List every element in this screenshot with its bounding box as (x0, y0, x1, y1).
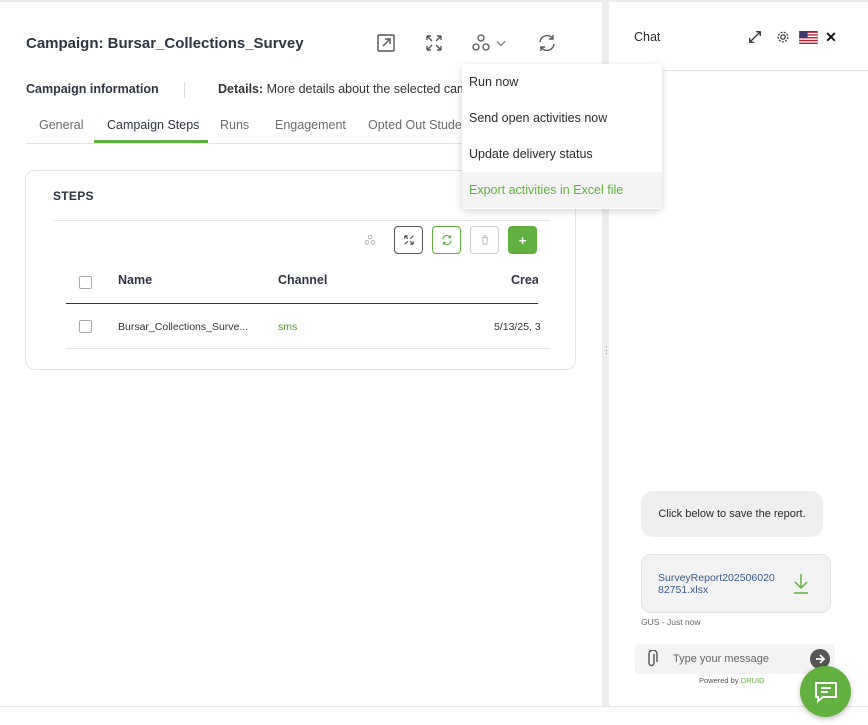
info-divider (184, 82, 185, 98)
column-channel[interactable]: Channel (278, 273, 327, 287)
column-name[interactable]: Name (118, 273, 152, 287)
chat-launcher-button[interactable] (800, 666, 851, 717)
delete-toolbar-button[interactable] (470, 226, 499, 254)
menu-item-export-excel[interactable]: Export activities in Excel file (462, 172, 662, 208)
table-header: Name Channel Created (66, 259, 538, 304)
page-title: Campaign: Bursar_Collections_Survey (26, 35, 304, 52)
menu-item-send-open-activities[interactable]: Send open activities now (462, 100, 662, 136)
menu-item-run-now[interactable]: Run now (462, 64, 662, 100)
card-divider (53, 220, 550, 221)
campaign-info-label: Campaign information (26, 82, 159, 96)
menu-item-update-delivery-status[interactable]: Update delivery status (462, 136, 662, 172)
details-label: Details: (218, 82, 264, 96)
row-created: 5/13/25, 3 (494, 321, 541, 333)
tab-engagement[interactable]: Engagement (275, 118, 346, 132)
details-text: Details: More details about the selected… (218, 82, 498, 96)
tab-campaign-steps[interactable]: Campaign Steps (107, 118, 199, 132)
chat-input-box (635, 644, 835, 674)
close-icon[interactable]: ✕ (823, 29, 839, 45)
open-external-icon[interactable] (375, 32, 397, 54)
expand-chat-icon[interactable] (747, 29, 763, 45)
column-created[interactable]: Created (511, 273, 538, 287)
bot-message-bubble: Click below to save the report. (641, 491, 823, 537)
bottom-bar (0, 706, 868, 725)
chevron-down-icon[interactable] (493, 32, 509, 54)
workflow-toolbar-button[interactable] (355, 226, 384, 254)
add-step-button[interactable]: + (508, 226, 537, 254)
app-root: Campaign: Bursar_Collections_Survey Camp… (0, 0, 868, 725)
us-flag-icon[interactable] (798, 29, 818, 45)
brand-link[interactable]: DRUID (741, 676, 765, 685)
select-all-checkbox[interactable] (79, 276, 92, 289)
row-name[interactable]: Bursar_Collections_Surve... (118, 321, 253, 333)
table-row[interactable]: Bursar_Collections_Surve... sms 5/13/25,… (66, 305, 550, 349)
actions-dropdown-menu: Run now Send open activities now Update … (462, 64, 662, 209)
file-attachment-card[interactable]: SurveyReport20250602082751.xlsx (641, 554, 831, 613)
tab-general[interactable]: General (39, 118, 83, 132)
powered-by-text: Powered by DRUID (699, 676, 764, 685)
workflow-icon[interactable] (470, 32, 492, 54)
row-checkbox[interactable] (79, 320, 92, 333)
paperclip-icon[interactable] (645, 649, 659, 668)
refresh-toolbar-button[interactable] (432, 226, 461, 254)
message-meta: GUS - Just now (641, 617, 701, 627)
expand-toolbar-button[interactable] (394, 226, 423, 254)
powered-by-label: Powered by (699, 676, 739, 685)
refresh-icon[interactable] (536, 32, 558, 54)
tab-runs[interactable]: Runs (220, 118, 249, 132)
expand-icon[interactable] (423, 32, 445, 54)
row-channel: sms (278, 321, 298, 333)
drag-handle-icon[interactable]: ⋮ (602, 346, 611, 360)
chat-message-input[interactable] (673, 651, 803, 667)
gear-icon[interactable] (775, 29, 791, 45)
active-tab-indicator (94, 140, 208, 143)
steps-title: STEPS (53, 189, 94, 203)
chat-header: Chat ✕ (609, 2, 868, 71)
chat-title: Chat (634, 30, 661, 44)
download-icon[interactable] (792, 572, 810, 596)
file-name-link[interactable]: SurveyReport20250602082751.xlsx (658, 572, 778, 596)
